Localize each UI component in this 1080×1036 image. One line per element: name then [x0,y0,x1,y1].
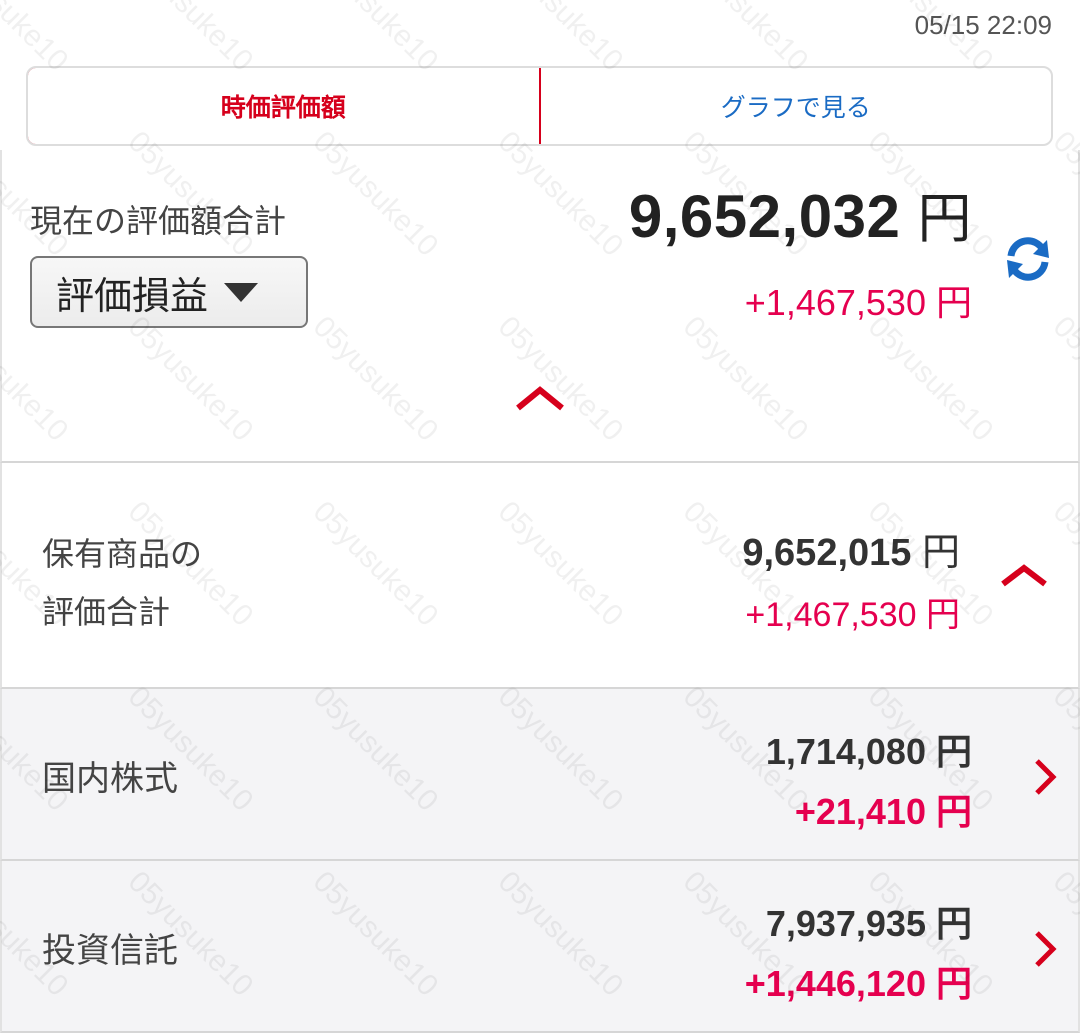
tab-view-graph[interactable]: グラフで見る [541,68,1052,144]
row-investment-trusts[interactable]: 投資信託 7,937,935 円 +1,446,120 円 [0,861,1080,1033]
view-tabs: 時価評価額 グラフで見る [26,66,1053,146]
chevron-up-icon[interactable] [999,562,1049,588]
total-valuation-value: 9,652,032 円 [629,174,972,253]
row-gain-amount: +21,410 [794,791,926,832]
row-gain: +21,410 円 [795,783,972,835]
total-gain-value: +1,467,530 円 [745,274,972,326]
row-gain-unit: 円 [935,792,972,833]
chevron-right-icon[interactable] [1032,757,1058,797]
row-value: 1,714,080 円 [766,723,972,775]
row-gain-unit: 円 [935,964,972,1005]
refresh-icon[interactable] [1003,234,1053,284]
row-label: 投資信託 [42,931,178,971]
holdings-label-line1: 保有商品の [42,535,203,573]
total-gain-unit: 円 [935,283,972,324]
row-value-amount: 7,937,935 [765,903,926,944]
total-value-unit: 円 [917,187,972,250]
summary-section: 現在の評価額合計 評価損益 9,652,032 円 +1,467,530 円 [0,150,1080,463]
row-domestic-stocks[interactable]: 国内株式 1,714,080 円 +21,410 円 [0,689,1080,861]
dropdown-label: 評価損益 [56,273,209,318]
row-label: 国内株式 [42,759,178,799]
total-gain-amount: +1,467,530 [744,282,926,323]
holdings-value-amount: 9,652,015 [742,532,912,574]
row-value-unit: 円 [935,732,972,773]
holdings-value-unit: 円 [921,530,960,574]
holdings-label: 保有商品の 評価合計 [42,525,202,641]
chevron-up-icon[interactable] [514,384,566,412]
chevron-right-icon[interactable] [1032,929,1058,969]
total-value-amount: 9,652,032 [628,183,901,250]
holdings-section: 保有商品の 評価合計 9,652,015 円 +1,467,530 円 [0,463,1080,689]
total-valuation-label: 現在の評価額合計 [30,202,287,240]
gain-loss-dropdown[interactable]: 評価損益 [30,256,308,328]
row-value-unit: 円 [935,904,972,945]
row-value-amount: 1,714,080 [765,731,926,772]
row-gain-amount: +1,446,120 [744,963,926,1004]
row-value: 7,937,935 円 [766,895,972,947]
holdings-label-line2: 評価合計 [42,593,171,631]
holdings-gain: +1,467,530 円 [745,587,960,636]
timestamp: 05/15 22:09 [914,10,1052,40]
row-gain: +1,446,120 円 [745,955,972,1007]
triangle-down-icon [224,282,259,302]
holdings-gain-amount: +1,467,530 [745,596,917,634]
holdings-value: 9,652,015 円 [742,521,960,576]
holdings-gain-unit: 円 [926,595,960,635]
tab-market-value[interactable]: 時価評価額 [28,68,541,144]
